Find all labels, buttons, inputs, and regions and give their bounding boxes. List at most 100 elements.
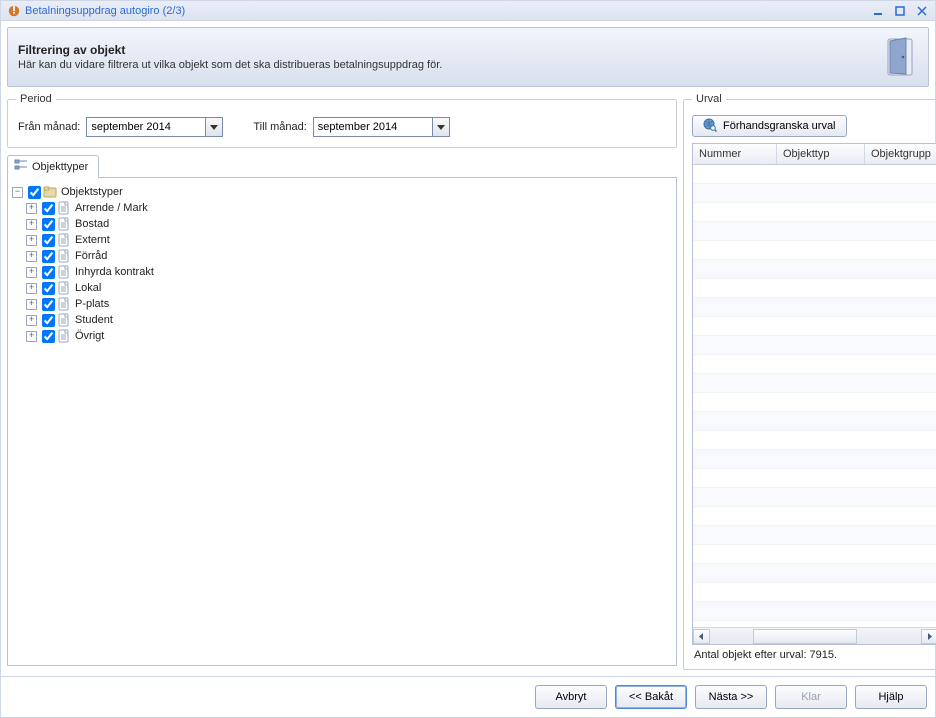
table-row [693, 431, 936, 450]
back-button[interactable]: << Bakåt [615, 685, 687, 709]
table-row [693, 412, 936, 431]
expand-icon[interactable]: + [26, 315, 37, 326]
scroll-right-arrow[interactable] [921, 629, 936, 644]
horizontal-scrollbar[interactable] [693, 627, 936, 644]
tree-node[interactable]: + Lokal [26, 280, 672, 296]
close-button[interactable] [915, 4, 929, 18]
page-icon [57, 201, 71, 215]
page-icon [57, 281, 71, 295]
tree-node-label: Lokal [73, 280, 101, 296]
table-row [693, 241, 936, 260]
page-icon [57, 217, 71, 231]
expand-icon[interactable]: + [26, 283, 37, 294]
titlebar: Betalningsuppdrag autogiro (2/3) [1, 1, 935, 21]
tree-root-checkbox[interactable] [28, 186, 41, 199]
tree-root-node[interactable]: − Objektstyper [12, 184, 672, 200]
from-month-input[interactable] [87, 118, 205, 136]
tree-node[interactable]: + Övrigt [26, 328, 672, 344]
period-legend: Period [16, 93, 56, 105]
tree-node-label: Övrigt [73, 328, 104, 344]
tree-icon [14, 159, 28, 174]
page-icon [57, 313, 71, 327]
col-objekttyp[interactable]: Objekttyp [777, 144, 865, 164]
tab-objekttyper[interactable]: Objekttyper [7, 155, 99, 178]
from-month-label: Från månad: [18, 121, 80, 133]
expand-icon[interactable]: + [26, 235, 37, 246]
expand-icon[interactable]: + [26, 299, 37, 310]
urval-legend: Urval [692, 93, 726, 105]
tree-node-label: Externt [73, 232, 110, 248]
table-row [693, 317, 936, 336]
tree-node-checkbox[interactable] [42, 314, 55, 327]
wizard-body: Period Från månad: Till månad: [1, 93, 935, 676]
tree-node[interactable]: + Externt [26, 232, 672, 248]
tree-node-label: Arrende / Mark [73, 200, 148, 216]
tree-node-checkbox[interactable] [42, 266, 55, 279]
table-row [693, 602, 936, 621]
preview-selection-button[interactable]: Förhandsgranska urval [692, 115, 847, 137]
table-row [693, 564, 936, 583]
wizard-window: Betalningsuppdrag autogiro (2/3) Filtrer… [0, 0, 936, 718]
expand-icon[interactable]: + [26, 267, 37, 278]
next-button[interactable]: Nästa >> [695, 685, 767, 709]
to-month-combo[interactable] [313, 117, 450, 137]
tree-node-checkbox[interactable] [42, 218, 55, 231]
tree-node[interactable]: + Inhyrda kontrakt [26, 264, 672, 280]
tree-node[interactable]: + Arrende / Mark [26, 200, 672, 216]
to-month-input[interactable] [314, 118, 432, 136]
finish-button[interactable]: Klar [775, 685, 847, 709]
tree-node-checkbox[interactable] [42, 202, 55, 215]
tree-node-label: Inhyrda kontrakt [73, 264, 154, 280]
table-row [693, 450, 936, 469]
table-row [693, 165, 936, 184]
chevron-down-icon[interactable] [432, 118, 449, 136]
minimize-button[interactable] [871, 4, 885, 18]
wizard-footer: Avbryt << Bakåt Nästa >> Klar Hjälp [1, 676, 935, 717]
page-icon [57, 249, 71, 263]
scroll-track[interactable] [711, 629, 920, 644]
tree-node[interactable]: +Student [26, 312, 672, 328]
period-group: Period Från månad: Till månad: [7, 93, 677, 148]
table-row [693, 260, 936, 279]
scroll-thumb[interactable] [753, 629, 857, 644]
app-icon [7, 4, 21, 18]
from-month-combo[interactable] [86, 117, 223, 137]
tree-node-checkbox[interactable] [42, 282, 55, 295]
expand-icon[interactable]: + [26, 251, 37, 262]
expand-icon[interactable]: + [26, 203, 37, 214]
selection-count: Antal objekt efter urval: 7915. [692, 645, 936, 661]
tree-node-checkbox[interactable] [42, 330, 55, 343]
maximize-button[interactable] [893, 4, 907, 18]
table-row [693, 393, 936, 412]
grid-body[interactable] [693, 165, 936, 627]
selection-grid: Nummer Objekttyp Objektgrupp [692, 143, 936, 645]
tree-node[interactable]: + Bostad [26, 216, 672, 232]
tree-node-checkbox[interactable] [42, 298, 55, 311]
expand-icon[interactable]: + [26, 331, 37, 342]
tree-root-label: Objektstyper [59, 184, 123, 200]
table-row [693, 545, 936, 564]
tab-objekttyper-label: Objekttyper [32, 161, 88, 173]
window-title: Betalningsuppdrag autogiro (2/3) [25, 5, 185, 17]
tree-node-label: Bostad [73, 216, 109, 232]
collapse-icon[interactable]: − [12, 187, 23, 198]
cancel-button[interactable]: Avbryt [535, 685, 607, 709]
scroll-left-arrow[interactable] [693, 629, 710, 644]
tree-node-checkbox[interactable] [42, 234, 55, 247]
expand-icon[interactable]: + [26, 219, 37, 230]
page-icon [57, 329, 71, 343]
chevron-down-icon[interactable] [205, 118, 222, 136]
tree-node[interactable]: +Förråd [26, 248, 672, 264]
grid-header: Nummer Objekttyp Objektgrupp [693, 144, 936, 165]
help-button[interactable]: Hjälp [855, 685, 927, 709]
tree-node[interactable]: +P-plats [26, 296, 672, 312]
globe-search-icon [703, 118, 717, 135]
col-nummer[interactable]: Nummer [693, 144, 777, 164]
page-icon [57, 233, 71, 247]
window-controls [871, 4, 929, 18]
preview-selection-label: Förhandsgranska urval [723, 120, 836, 132]
col-objektgrupp[interactable]: Objektgrupp [865, 144, 936, 164]
table-row [693, 488, 936, 507]
table-row [693, 507, 936, 526]
tree-node-checkbox[interactable] [42, 250, 55, 263]
